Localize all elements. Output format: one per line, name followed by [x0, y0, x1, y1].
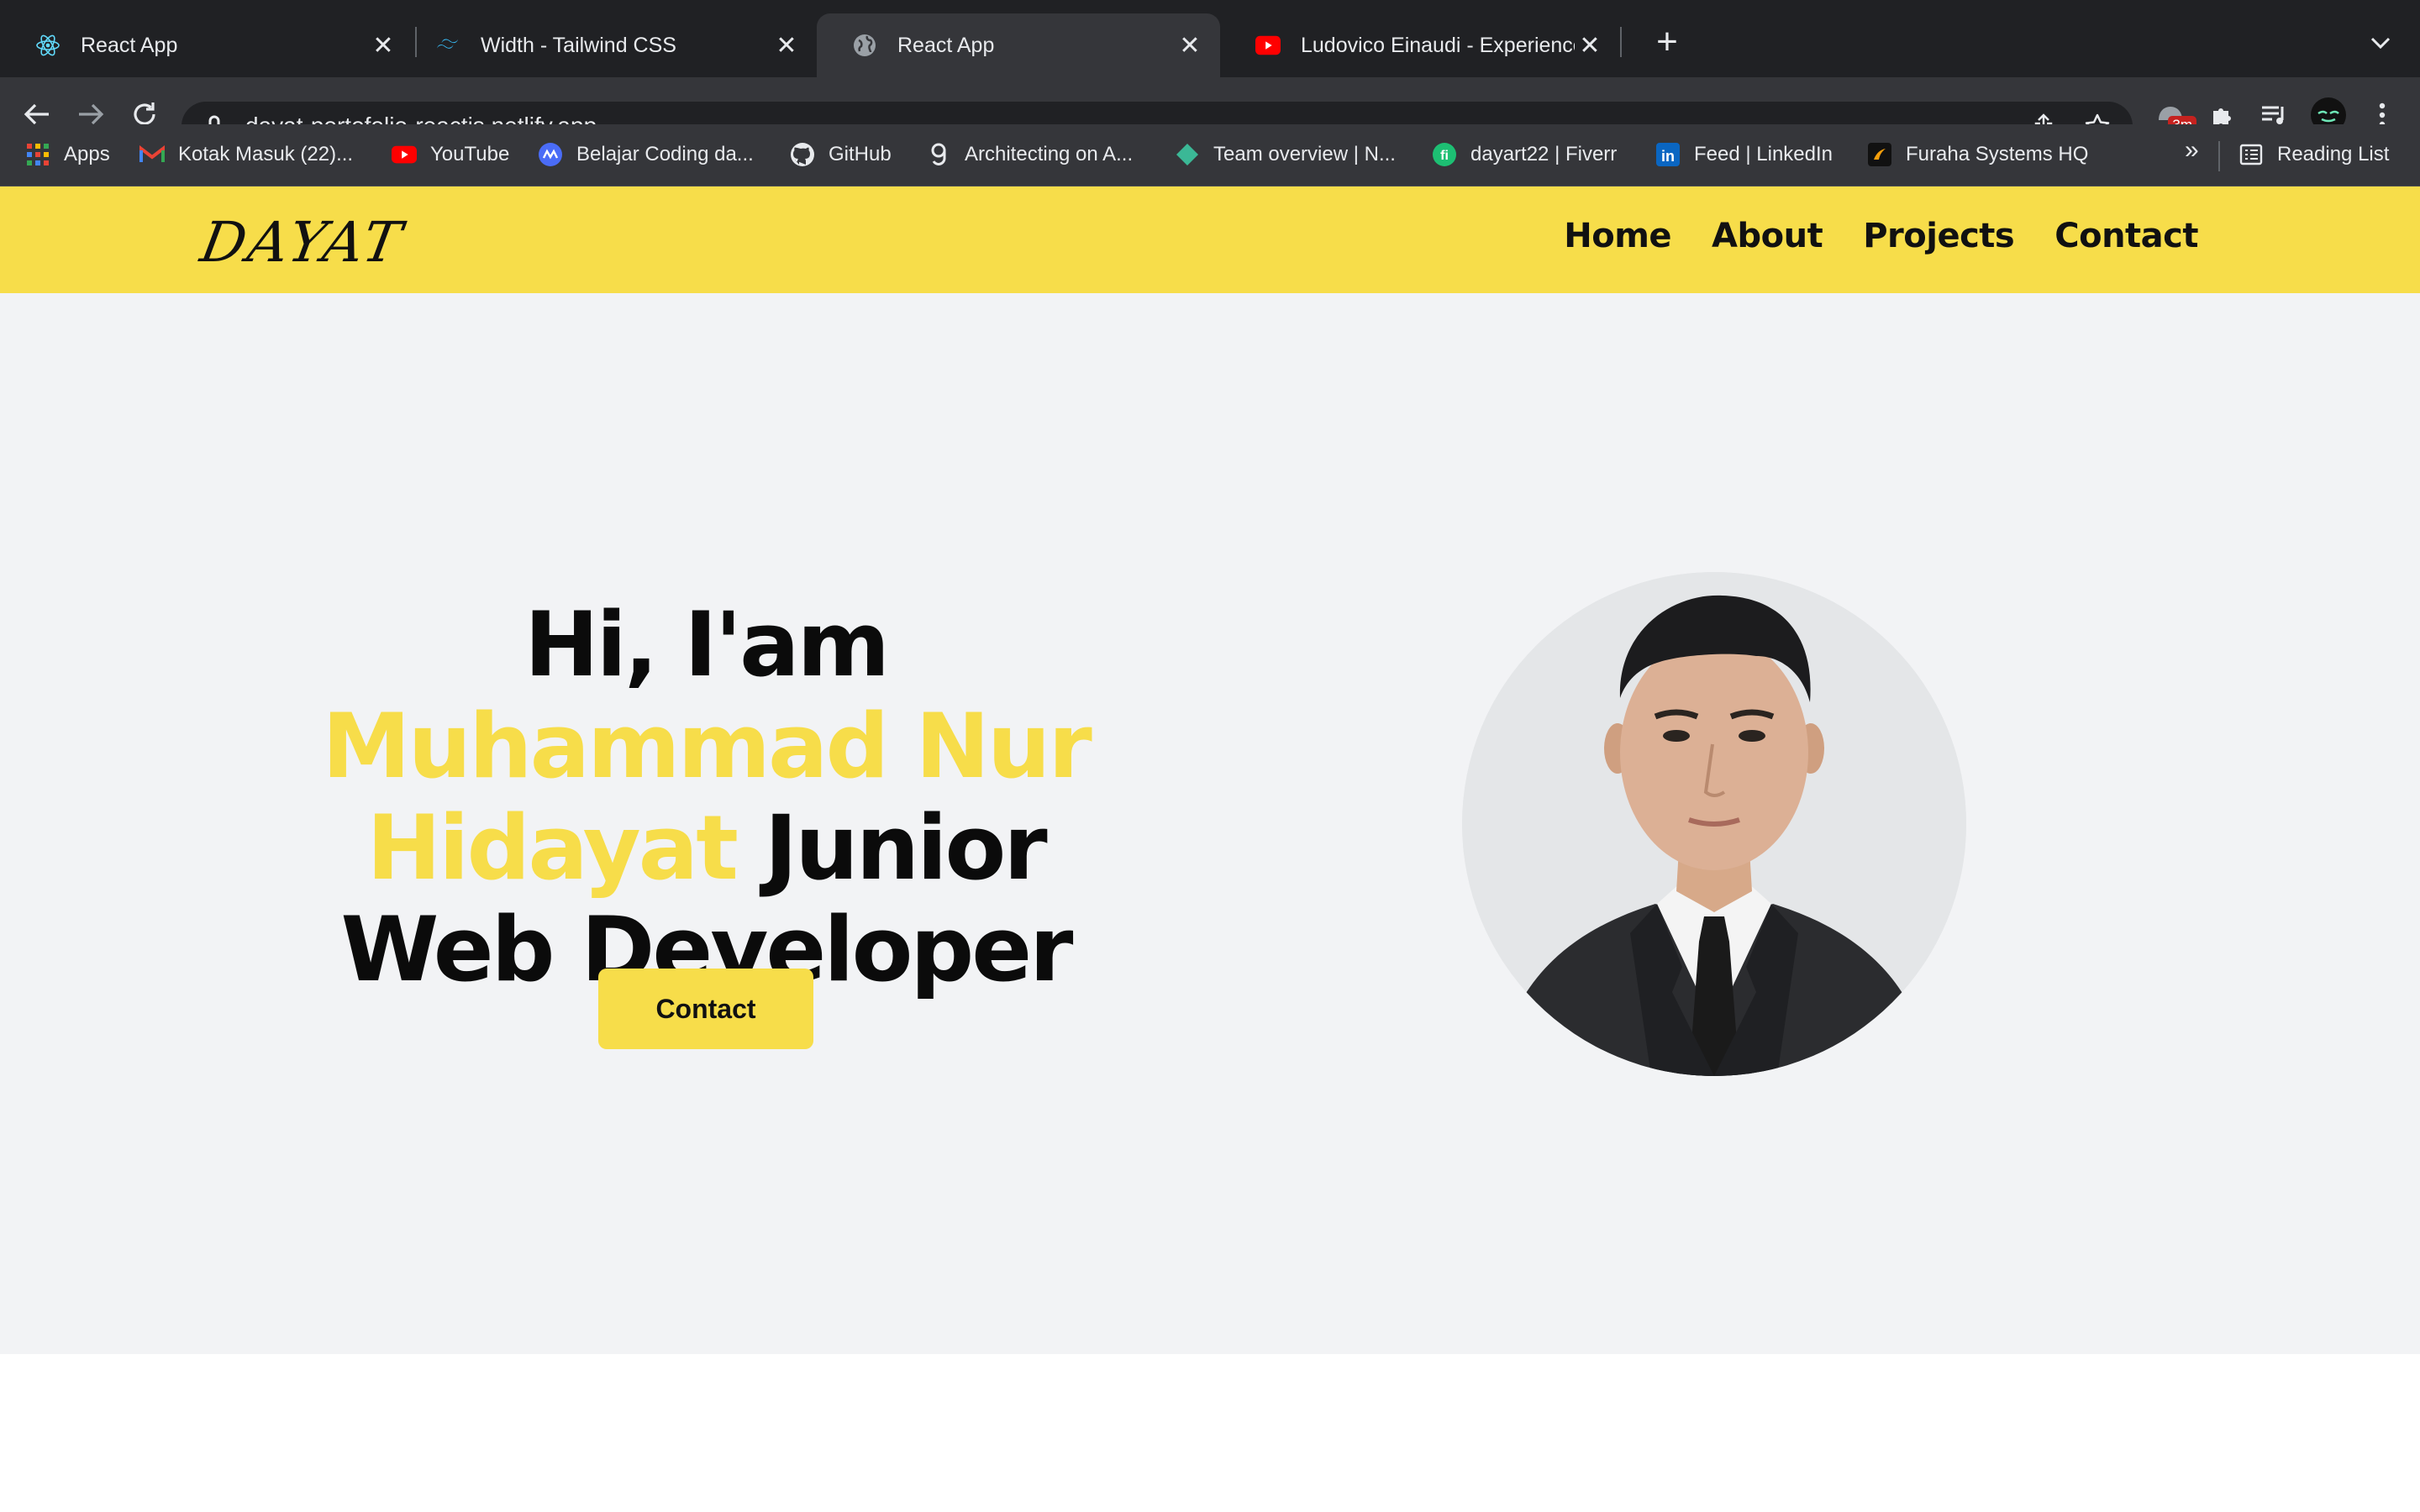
github-icon	[790, 142, 815, 167]
apps-grid-icon	[25, 142, 50, 167]
bookmark-label: Belajar Coding da...	[576, 143, 754, 165]
diamond-icon	[1175, 142, 1200, 167]
tailwind-icon	[435, 33, 460, 58]
bookmark-label: Feed | LinkedIn	[1694, 143, 1833, 165]
bookmark-linkedin[interactable]: in Feed | LinkedIn	[1655, 138, 1833, 171]
new-tab-button[interactable]: +	[1644, 20, 1691, 64]
profile-photo	[1462, 572, 1966, 1076]
browser-toolbar: dayat-portofolio-reactjs.netlify.app 3m …	[0, 77, 2420, 202]
reading-list-label: Reading List	[2277, 143, 2390, 165]
react-icon	[35, 33, 60, 58]
bookmark-label: dayart22 | Fiverr	[1470, 143, 1618, 165]
bookmark-team-overview[interactable]: Team overview | N...	[1175, 138, 1396, 171]
reading-list-icon	[2238, 142, 2264, 167]
tab-react-app-1[interactable]: React App ✕	[0, 13, 413, 77]
close-icon[interactable]: ✕	[771, 30, 802, 60]
bookmark-apps[interactable]: Apps	[25, 138, 110, 171]
hero-headline: Hi, I'am Muhammad Nur Hidayat Junior Web…	[249, 594, 1163, 1000]
gmail-icon	[139, 142, 165, 167]
fiverr-icon: fi	[1432, 142, 1457, 167]
bookmark-label: Apps	[64, 143, 110, 165]
linkedin-icon: in	[1655, 142, 1681, 167]
tab-tailwind[interactable]: Width - Tailwind CSS ✕	[400, 13, 817, 77]
g-icon	[926, 142, 951, 167]
tab-search-chevron-icon[interactable]	[2360, 22, 2402, 64]
close-icon[interactable]: ✕	[1575, 30, 1605, 60]
bookmark-architecting[interactable]: Architecting on A...	[926, 138, 1133, 171]
youtube-icon	[392, 142, 417, 167]
youtube-icon	[1255, 33, 1281, 58]
tab-title: React App	[897, 33, 995, 57]
bookmark-github[interactable]: GitHub	[790, 138, 892, 171]
bookmarks-bar: Apps Kotak Masuk (22)... YouTube Belajar…	[0, 124, 2420, 186]
tab-title: Width - Tailwind CSS	[481, 33, 676, 57]
page-bottom-area	[0, 1354, 2420, 1512]
bookmark-dicoding[interactable]: Belajar Coding da...	[538, 138, 754, 171]
furaha-icon	[1867, 142, 1892, 167]
bookmark-youtube[interactable]: YouTube	[392, 138, 509, 171]
bookmark-label: Kotak Masuk (22)...	[178, 143, 354, 165]
tab-title: Ludovico Einaudi - Experience	[1301, 33, 1575, 57]
nav-link-home[interactable]: Home	[1564, 217, 1671, 255]
bookmarks-divider	[2218, 141, 2220, 171]
nav-link-projects[interactable]: Projects	[1863, 217, 2015, 255]
contact-button[interactable]: Contact	[598, 969, 813, 1049]
bookmark-label: Furaha Systems HQ	[1906, 143, 2089, 165]
bookmark-label: GitHub	[829, 143, 892, 165]
bookmark-furaha[interactable]: Furaha Systems HQ	[1867, 138, 2088, 171]
reading-list-button[interactable]: Reading List	[2238, 138, 2389, 171]
bookmarks-overflow-chevron[interactable]: »	[2185, 136, 2199, 165]
hero-section: Hi, I'am Muhammad Nur Hidayat Junior Web…	[0, 293, 2420, 1354]
site-navbar: DAYAT Home About Projects Contact	[0, 186, 2420, 293]
dicoding-icon	[538, 142, 563, 167]
globe-icon	[852, 33, 877, 58]
nav-link-contact[interactable]: Contact	[2054, 217, 2198, 255]
close-icon[interactable]: ✕	[1175, 30, 1205, 60]
bookmark-label: Architecting on A...	[965, 143, 1134, 165]
bookmark-label: Team overview | N...	[1213, 143, 1396, 165]
nav-link-about[interactable]: About	[1712, 217, 1823, 255]
bookmark-fiverr[interactable]: fi dayart22 | Fiverr	[1432, 138, 1617, 171]
tab-youtube[interactable]: Ludovico Einaudi - Experience ✕	[1220, 13, 1620, 77]
bookmark-gmail[interactable]: Kotak Masuk (22)...	[139, 138, 353, 171]
tab-title: React App	[81, 33, 178, 57]
tab-react-app-active[interactable]: React App ✕	[817, 13, 1220, 77]
svg-text:fi: fi	[1440, 149, 1449, 163]
close-icon[interactable]: ✕	[368, 30, 398, 60]
site-nav-links: Home About Projects Contact	[1564, 217, 2198, 255]
svg-text:in: in	[1661, 148, 1675, 165]
site-logo[interactable]: DAYAT	[196, 210, 408, 275]
tab-divider	[1620, 27, 1622, 57]
hero-greeting: Hi, I'am	[523, 593, 890, 696]
browser-tab-strip: React App ✕ Width - Tailwind CSS ✕ React…	[0, 0, 2420, 77]
bookmark-label: YouTube	[430, 143, 510, 165]
